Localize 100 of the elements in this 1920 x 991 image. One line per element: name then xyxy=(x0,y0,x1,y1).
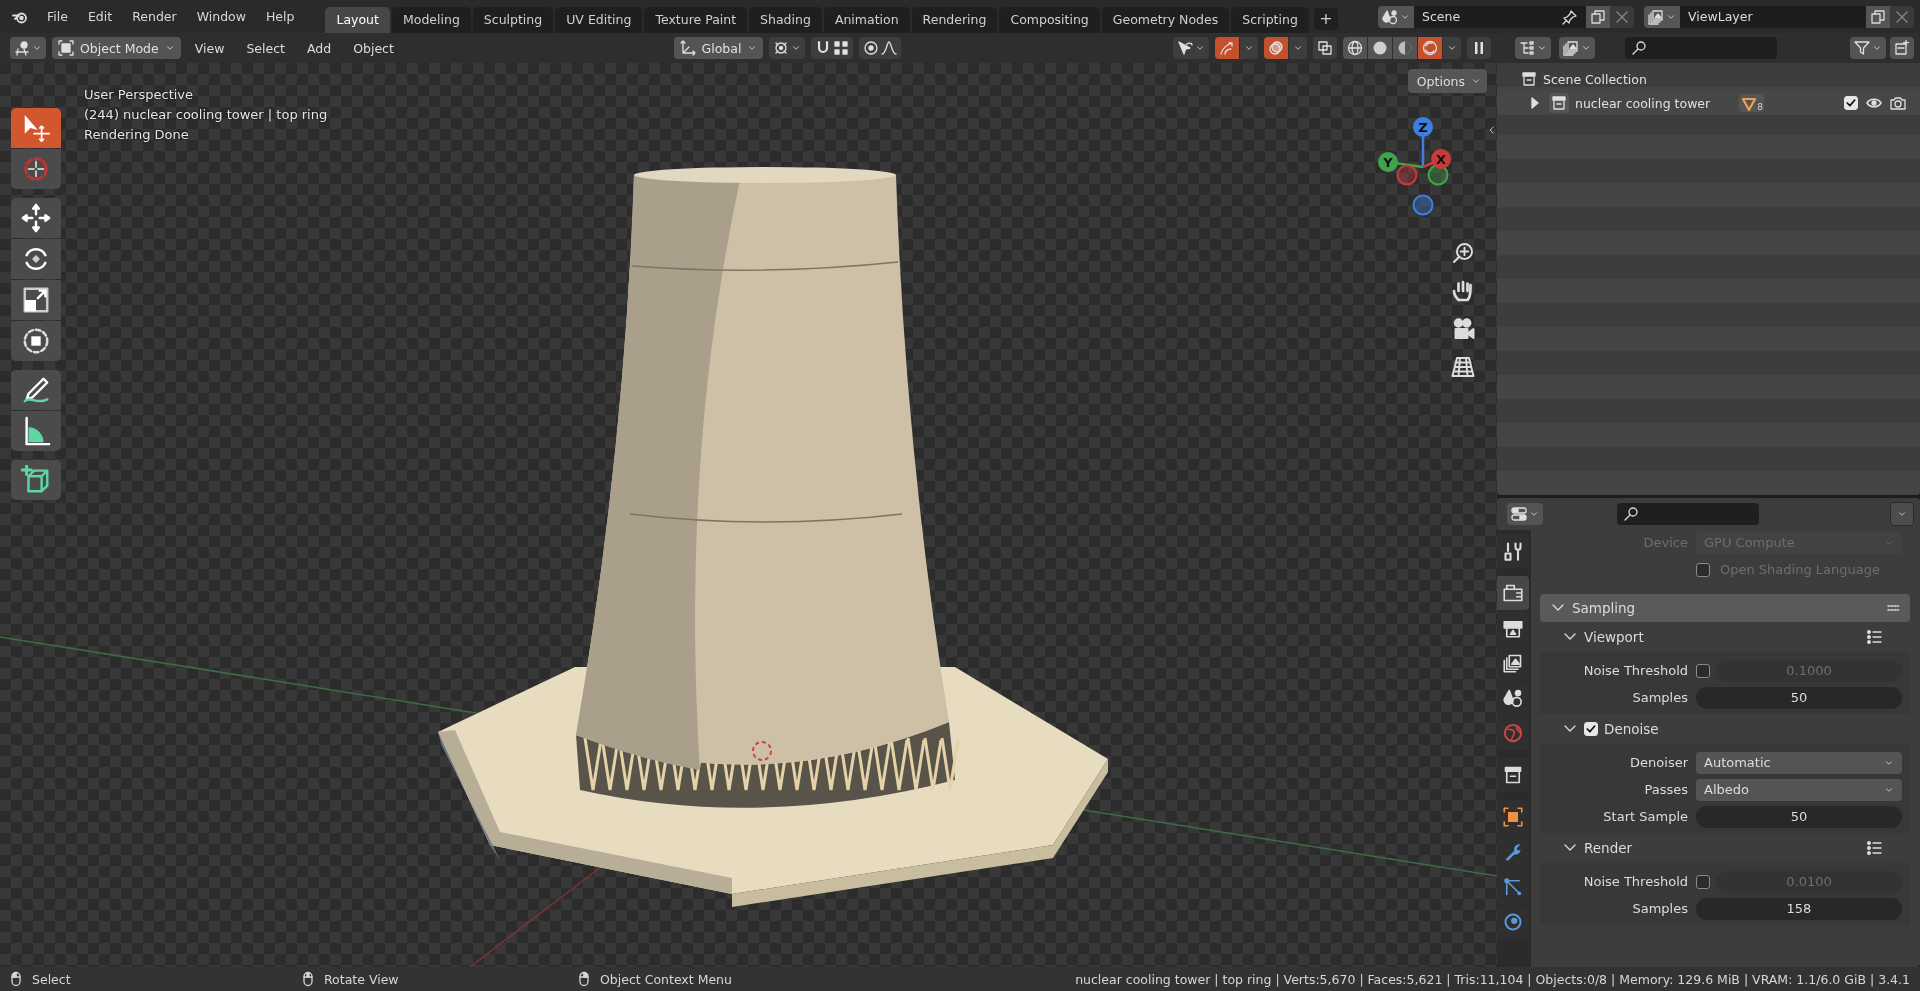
hand-icon[interactable] xyxy=(1451,279,1475,303)
pin-icon[interactable] xyxy=(1562,8,1578,25)
filter-button[interactable] xyxy=(1850,37,1886,59)
tree-item-label[interactable]: nuclear cooling tower xyxy=(1575,95,1711,111)
render-tab[interactable] xyxy=(1497,576,1529,610)
menu-item[interactable]: Edit xyxy=(78,5,122,28)
editor-type-button[interactable] xyxy=(10,37,46,59)
list-icon[interactable] xyxy=(1866,629,1882,645)
list-icon[interactable] xyxy=(1866,840,1882,856)
dropdown[interactable]: Automatic xyxy=(1696,751,1902,774)
annotate-tool-button[interactable] xyxy=(11,370,61,410)
menu-item[interactable]: Help xyxy=(256,5,304,28)
workspace-tab[interactable]: Rendering xyxy=(911,7,998,33)
number-field[interactable]: 50 xyxy=(1696,686,1902,709)
proportional-editing-button[interactable] xyxy=(859,37,902,59)
workspace-tab[interactable]: Layout xyxy=(325,7,390,33)
checkbox[interactable] xyxy=(1696,874,1710,889)
close-button[interactable] xyxy=(1890,5,1914,28)
menu-item[interactable]: Add xyxy=(299,40,340,56)
transform-tool-button[interactable] xyxy=(11,321,61,361)
workspace-tab[interactable]: Compositing xyxy=(999,7,1100,33)
measure-tool-button[interactable] xyxy=(11,411,61,451)
shading-mode-button[interactable] xyxy=(1418,37,1442,59)
selectability-button[interactable] xyxy=(1173,37,1209,59)
workspace-tab[interactable]: Modeling xyxy=(391,7,471,33)
xray-toggle-button[interactable] xyxy=(1313,37,1337,59)
output-tab[interactable] xyxy=(1497,611,1529,645)
workspace-tab[interactable]: Sculpting xyxy=(472,7,554,33)
workspace-tab[interactable]: Texture Paint xyxy=(644,7,748,33)
particles-tab[interactable] xyxy=(1497,870,1529,904)
axis-handle[interactable]: Y xyxy=(1378,152,1424,172)
view-layer-button[interactable] xyxy=(1559,37,1595,59)
add-workspace-button[interactable]: + xyxy=(1313,8,1338,30)
menu-item[interactable]: Render xyxy=(123,5,186,28)
chevron-icon[interactable] xyxy=(1487,123,1497,137)
axis-handle[interactable] xyxy=(1396,164,1418,186)
zoom-in-icon[interactable] xyxy=(1451,241,1475,265)
camera-icon[interactable] xyxy=(1890,95,1906,111)
add-cube-tool-button[interactable] xyxy=(11,460,61,500)
shading-mode-button[interactable] xyxy=(1368,37,1392,59)
cursor-tool-button[interactable] xyxy=(11,149,61,189)
menu-item[interactable]: Window xyxy=(187,5,255,28)
shading-mode-button[interactable] xyxy=(1343,37,1367,59)
search-field[interactable] xyxy=(1617,503,1759,525)
object-tab[interactable] xyxy=(1497,800,1529,834)
display-mode-button[interactable] xyxy=(1515,37,1551,59)
dropdown[interactable]: Albedo xyxy=(1696,778,1902,801)
pause-button[interactable] xyxy=(1467,37,1491,59)
number-field[interactable]: 158 xyxy=(1696,897,1902,920)
tool-tab[interactable] xyxy=(1497,534,1529,568)
search-field[interactable] xyxy=(1625,37,1777,59)
axis-handle[interactable]: Z xyxy=(1413,117,1433,167)
subpanel-header[interactable]: Denoise xyxy=(1604,721,1659,737)
workspace-tab[interactable]: Scripting xyxy=(1231,7,1309,33)
orientation-dropdown[interactable]: Global xyxy=(673,37,764,59)
collection-tab[interactable] xyxy=(1497,758,1529,792)
menu-item[interactable]: View xyxy=(186,40,233,56)
scene-field[interactable]: Scene xyxy=(1414,5,1586,28)
menu-item[interactable]: Object xyxy=(345,40,402,56)
axis-handle[interactable] xyxy=(1412,194,1434,216)
workspace-tab[interactable]: Geometry Nodes xyxy=(1101,7,1230,33)
subpanel-header[interactable]: Viewport xyxy=(1584,629,1644,645)
perspective-grid-icon[interactable] xyxy=(1451,355,1475,379)
subpanel-header[interactable]: Render xyxy=(1584,840,1633,856)
duplicate-button[interactable] xyxy=(1866,5,1890,28)
axis-handle[interactable] xyxy=(1427,164,1449,186)
close-button[interactable] xyxy=(1610,5,1634,28)
new-collection-button[interactable] xyxy=(1890,37,1914,59)
scene-selector-button[interactable] xyxy=(1378,5,1414,28)
options-dropdown[interactable]: Options xyxy=(1407,69,1487,93)
overlay-toggle-button[interactable] xyxy=(1264,37,1288,59)
select-tool-button[interactable] xyxy=(11,108,61,148)
checkbox[interactable] xyxy=(1696,663,1710,678)
workspace-tab[interactable]: Animation xyxy=(823,7,910,33)
dropdown-button[interactable] xyxy=(1890,502,1914,526)
number-field[interactable]: 50 xyxy=(1696,805,1902,828)
shading-mode-button[interactable] xyxy=(1393,37,1417,59)
menu-item[interactable]: Select xyxy=(238,40,293,56)
workspace-tab[interactable]: Shading xyxy=(749,7,822,33)
scale-tool-button[interactable] xyxy=(11,280,61,320)
gizmo-toggle-button[interactable] xyxy=(1215,37,1239,59)
modifiers-tab[interactable] xyxy=(1497,835,1529,869)
view-layer-field[interactable]: ViewLayer xyxy=(1680,5,1866,28)
editor-type-button[interactable] xyxy=(1507,503,1543,525)
workspace-tab[interactable]: UV Editing xyxy=(555,7,643,33)
view-layer-tab[interactable] xyxy=(1497,646,1529,680)
mode-dropdown[interactable]: Object Mode xyxy=(52,37,181,59)
scene-tab[interactable] xyxy=(1497,681,1529,715)
tree-item-label[interactable]: Scene Collection xyxy=(1543,71,1647,87)
duplicate-button[interactable] xyxy=(1586,5,1610,28)
move-tool-button[interactable] xyxy=(11,198,61,238)
panel-header[interactable]: Sampling xyxy=(1540,594,1910,622)
physics-tab[interactable] xyxy=(1497,905,1529,939)
rotate-tool-button[interactable] xyxy=(11,239,61,279)
pivot-button[interactable] xyxy=(769,37,806,59)
snap-button[interactable] xyxy=(811,37,854,59)
menu-item[interactable]: File xyxy=(38,5,77,28)
scene-selector-button[interactable] xyxy=(1644,5,1680,28)
mesh-data-button[interactable]: 8 xyxy=(1739,94,1764,112)
movie-camera-icon[interactable] xyxy=(1451,317,1475,341)
